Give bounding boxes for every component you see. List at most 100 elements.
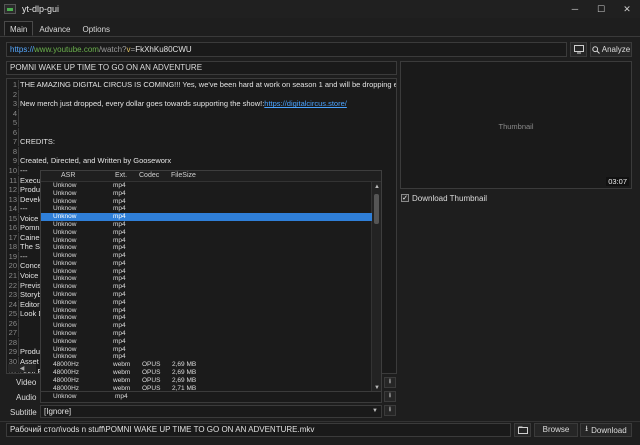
tab-main[interactable]: Main: [4, 21, 34, 36]
url-input[interactable]: https://www.youtube.com/watch?v=FkXhKu80…: [6, 42, 567, 57]
format-row[interactable]: Unknow mp4: [41, 252, 372, 260]
open-folder-button[interactable]: [514, 423, 531, 437]
monitor-clipboard-button[interactable]: [570, 42, 587, 57]
line-number: 26: [8, 318, 17, 328]
gutter-divider: [18, 156, 19, 166]
format-row[interactable]: Unknow mp4: [41, 314, 372, 322]
browse-button[interactable]: Browse: [534, 423, 578, 437]
format-row[interactable]: Unknow mp4: [41, 244, 372, 252]
monitor-icon: [573, 45, 584, 54]
line-number: 20: [8, 261, 17, 271]
minimize-button[interactable]: ─: [562, 0, 588, 18]
line-number: 18: [8, 242, 17, 252]
format-list-scrollbar[interactable]: ▲ ▼: [371, 182, 381, 391]
gutter-divider: [18, 185, 19, 195]
line-text: Conce: [20, 261, 42, 271]
format-asr: Unknow: [53, 244, 77, 252]
gutter-divider: [18, 232, 19, 242]
format-dropdown-list[interactable]: ASR Ext. Codec FileSize ▲ ▼ Unknow mp4 Unk…: [40, 170, 382, 392]
line-number: 7: [12, 137, 17, 147]
format-row[interactable]: Unknow mp4: [41, 198, 372, 206]
maximize-button[interactable]: ☐: [588, 0, 614, 18]
format-ext: mp4: [113, 189, 126, 197]
format-row[interactable]: Unknow mp4: [41, 221, 372, 229]
format-asr: Unknow: [53, 314, 77, 322]
format-ext: mp4: [113, 353, 126, 361]
format-row[interactable]: Unknow mp4: [41, 346, 372, 354]
scroll-thumb[interactable]: [374, 194, 379, 224]
format-row[interactable]: Unknow mp4: [41, 353, 372, 361]
description-line: 10 ---: [7, 165, 28, 175]
video-title-field[interactable]: POMNI WAKE UP TIME TO GO ON AN ADVENTURE: [6, 61, 397, 75]
line-number: 10: [8, 165, 17, 175]
format-row[interactable]: Unknow mp4: [41, 307, 372, 315]
format-row[interactable]: Unknow mp4: [41, 182, 372, 190]
format-row[interactable]: Unknow mp4: [41, 237, 372, 245]
format-row[interactable]: Unknow mp4: [41, 283, 372, 291]
url-path: /watch?: [98, 45, 127, 54]
line-text: New merch just dropped, every dollar goe…: [20, 99, 265, 109]
format-row[interactable]: Unknow mp4: [41, 268, 372, 276]
description-line: 20 Conce: [7, 261, 42, 271]
tab-advance[interactable]: Advance: [33, 21, 76, 36]
analyze-button[interactable]: Analyze: [590, 42, 632, 57]
subtitle-download-button[interactable]: ⭳: [384, 405, 396, 416]
format-asr: Unknow: [53, 252, 77, 260]
format-asr: Unknow: [53, 283, 77, 291]
video-download-button[interactable]: ⭳: [384, 377, 396, 388]
line-text: Editor: [20, 299, 40, 309]
line-text: THE AMAZING DIGITAL CIRCUS IS COMING!!! …: [20, 80, 397, 89]
download-thumbnail-checkbox[interactable]: ✓ Download Thumbnail: [401, 193, 487, 203]
thumbnail-panel: Thumbnail 03:07: [400, 61, 632, 189]
download-thumbnail-label: Download Thumbnail: [412, 193, 488, 203]
gutter-divider: [18, 137, 19, 147]
format-row[interactable]: Unknow mp4: [41, 338, 372, 346]
description-line: 7 CREDITS:: [7, 137, 55, 147]
format-asr: 48000Hz: [53, 368, 80, 376]
thumbnail-label: Thumbnail: [498, 122, 534, 131]
header-codec[interactable]: Codec: [139, 172, 159, 179]
description-line: 21 Voice: [7, 271, 38, 280]
bottom-divider: [0, 421, 640, 422]
line-number: 19: [8, 251, 17, 261]
output-path-field[interactable]: Рабочий стол\vods n stuff\POMNI WAKE UP …: [6, 423, 511, 437]
format-codec: OPUS: [142, 361, 161, 369]
format-ext: mp4: [113, 337, 126, 345]
format-row[interactable]: Unknow mp4: [41, 213, 372, 221]
close-button[interactable]: ✕: [614, 0, 640, 18]
description-line: 17 Caine: [7, 232, 40, 242]
format-row[interactable]: Unknow mp4: [41, 229, 372, 237]
format-row[interactable]: 48000Hz webm OPUS 2,69 MB: [41, 361, 372, 369]
format-row[interactable]: Unknow mp4: [41, 322, 372, 330]
format-row[interactable]: Unknow mp4: [41, 190, 372, 198]
gutter-divider: [18, 165, 19, 175]
format-row[interactable]: Unknow mp4: [41, 275, 372, 283]
download-button[interactable]: ⭳ Download: [580, 423, 632, 437]
format-row[interactable]: Unknow mp4: [41, 291, 372, 299]
format-row[interactable]: 48000Hz webm OPUS 2,69 MB: [41, 377, 372, 385]
format-row[interactable]: Unknow mp4: [41, 260, 372, 268]
header-ext[interactable]: Ext.: [115, 172, 127, 179]
header-filesize[interactable]: FileSize: [171, 172, 196, 179]
gutter-divider: [18, 194, 19, 204]
checkbox-checked-icon: ✓: [401, 194, 409, 202]
merch-link[interactable]: https://digitalcircus.store/: [264, 99, 347, 108]
audio-format-select[interactable]: Unknow mp4: [40, 391, 382, 403]
format-row[interactable]: Unknow mp4: [41, 205, 372, 213]
format-asr: Unknow: [53, 291, 77, 299]
gutter-divider: [18, 251, 19, 261]
header-asr[interactable]: ASR: [61, 172, 75, 179]
format-row[interactable]: Unknow mp4: [41, 299, 372, 307]
format-ext: mp4: [113, 314, 126, 322]
line-text: Previs: [20, 280, 41, 290]
download-icon: ⭳: [388, 406, 392, 413]
line-number: 5: [12, 118, 17, 128]
scroll-up-icon[interactable]: ▲: [372, 182, 381, 191]
tab-options[interactable]: Options: [76, 21, 116, 36]
subtitle-select[interactable]: [Ignore] ▼: [40, 405, 382, 418]
scroll-left-button[interactable]: ◀: [8, 364, 36, 372]
format-row[interactable]: 48000Hz webm OPUS 2,69 MB: [41, 369, 372, 377]
audio-download-button[interactable]: ⭳: [384, 391, 396, 402]
format-row[interactable]: Unknow mp4: [41, 330, 372, 338]
description-line: 27: [7, 328, 20, 338]
